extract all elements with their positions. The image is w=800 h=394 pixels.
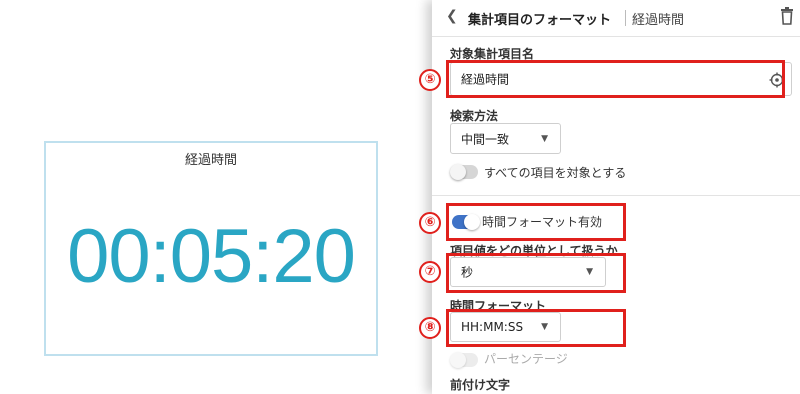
preview-card: 経過時間 00:05:20 [44, 141, 378, 356]
prefix-label: 前付け文字 [450, 378, 511, 392]
percentage-toggle[interactable] [450, 352, 478, 368]
trash-icon[interactable] [780, 7, 794, 25]
search-method-select[interactable]: 中間一致 ▼ [450, 123, 561, 154]
callout-number-5: ⑤ [419, 69, 441, 91]
callout-number-7: ⑦ [419, 261, 441, 283]
header-separator [625, 10, 626, 26]
caret-down-icon: ▼ [541, 133, 548, 144]
chevron-left-icon[interactable]: ❮ [446, 8, 458, 24]
preview-value: 00:05:20 [67, 214, 356, 299]
search-method-value: 中間一致 [461, 132, 510, 146]
panel-header: ❮ 集計項目のフォーマット 経過時間 [432, 0, 800, 36]
all-items-toggle[interactable] [450, 164, 478, 180]
section-divider [432, 195, 800, 196]
callout-number-6: ⑥ [419, 212, 441, 234]
preview-title: 経過時間 [184, 153, 237, 168]
header-divider [432, 36, 800, 37]
panel-subtitle: 経過時間 [632, 13, 685, 28]
callout-box-8 [446, 309, 626, 347]
percentage-toggle-label: パーセンテージ [484, 352, 568, 366]
callout-box-5 [446, 60, 785, 98]
toggle-knob [450, 352, 466, 368]
toggle-knob [450, 164, 466, 180]
callout-box-6 [446, 203, 626, 241]
panel-title: 集計項目のフォーマット [468, 13, 612, 28]
callout-box-7 [446, 253, 626, 293]
search-method-label: 検索方法 [450, 109, 499, 123]
callout-number-8: ⑧ [419, 317, 441, 339]
all-items-toggle-label: すべての項目を対象とする [484, 166, 627, 180]
